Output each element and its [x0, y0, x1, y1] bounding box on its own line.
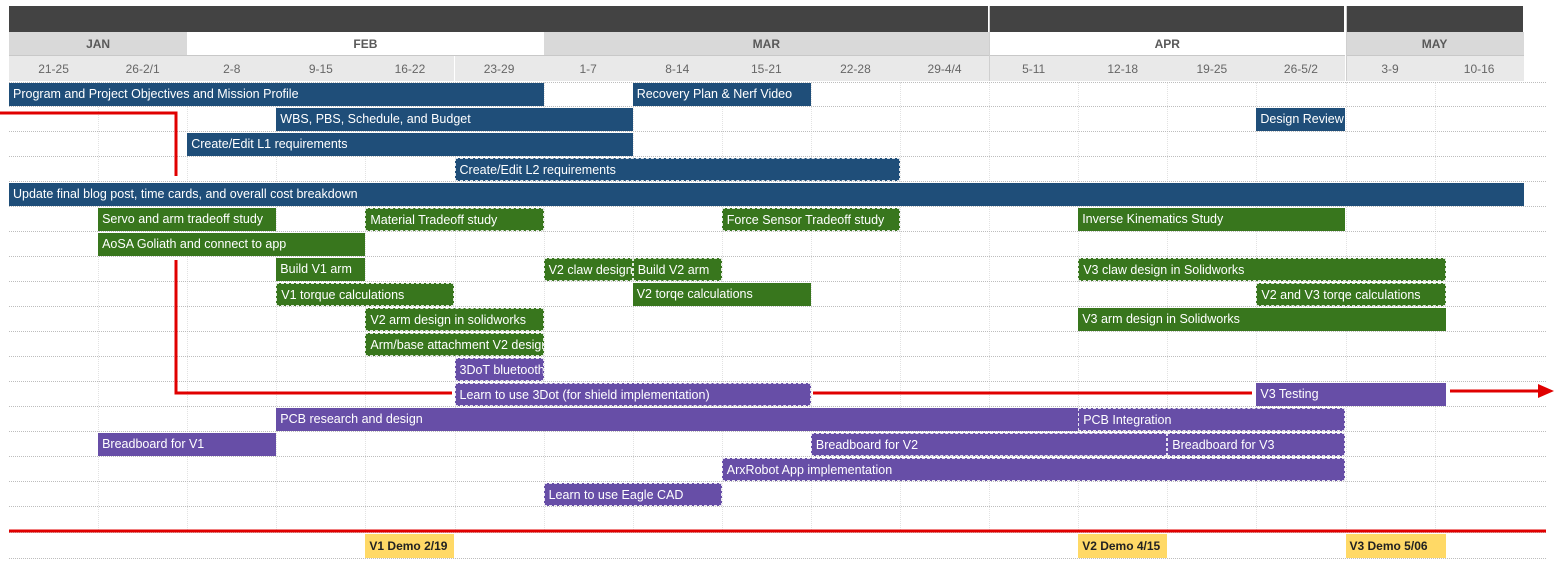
critical-path-line: [174, 260, 452, 395]
gantt-chart: JAN FEB MAR APR MAY 21-25 26-2/1 2-8 9-15 16-22 23…: [0, 0, 1556, 569]
critical-path-line: [0, 111, 178, 176]
arrow-right-icon: [1538, 384, 1554, 398]
critical-path-overlay: [0, 111, 1554, 533]
